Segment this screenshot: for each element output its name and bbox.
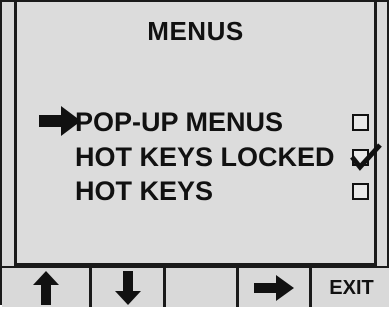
softkey-up-button[interactable] [2, 266, 92, 307]
softkey-bar: EXIT [2, 266, 389, 307]
menu-item-hot-keys[interactable]: HOT KEYS [17, 174, 374, 208]
softkey-exit-button[interactable]: EXIT [312, 266, 389, 307]
checkbox-pop-up-menus[interactable] [352, 114, 369, 131]
down-arrow-icon [114, 270, 141, 305]
screen-title: MENUS [147, 16, 244, 46]
menu-item-label: HOT KEYS LOCKED [75, 142, 335, 172]
checkmark-icon [350, 143, 382, 171]
up-arrow-icon [32, 270, 59, 305]
checkbox-hot-keys-locked[interactable] [350, 143, 382, 171]
softkey-down-button[interactable] [92, 266, 166, 307]
device-frame: MENUS POP-UP MENUS HOT KEYS LOCKED HOT K… [0, 0, 389, 307]
menu-item-hot-keys-locked[interactable]: HOT KEYS LOCKED [17, 140, 382, 174]
menu-item-label: POP-UP MENUS [75, 107, 284, 137]
menu-screen: MENUS POP-UP MENUS HOT KEYS LOCKED HOT K… [14, 2, 382, 266]
menu-item-pop-up-menus[interactable]: POP-UP MENUS [17, 105, 374, 139]
softkey-blank-button[interactable] [166, 266, 239, 307]
checkbox-hot-keys[interactable] [352, 183, 369, 200]
menu-item-label: HOT KEYS [75, 176, 214, 206]
softkey-right-button[interactable] [239, 266, 312, 307]
exit-label: EXIT [329, 277, 374, 299]
right-arrow-icon [254, 274, 294, 301]
